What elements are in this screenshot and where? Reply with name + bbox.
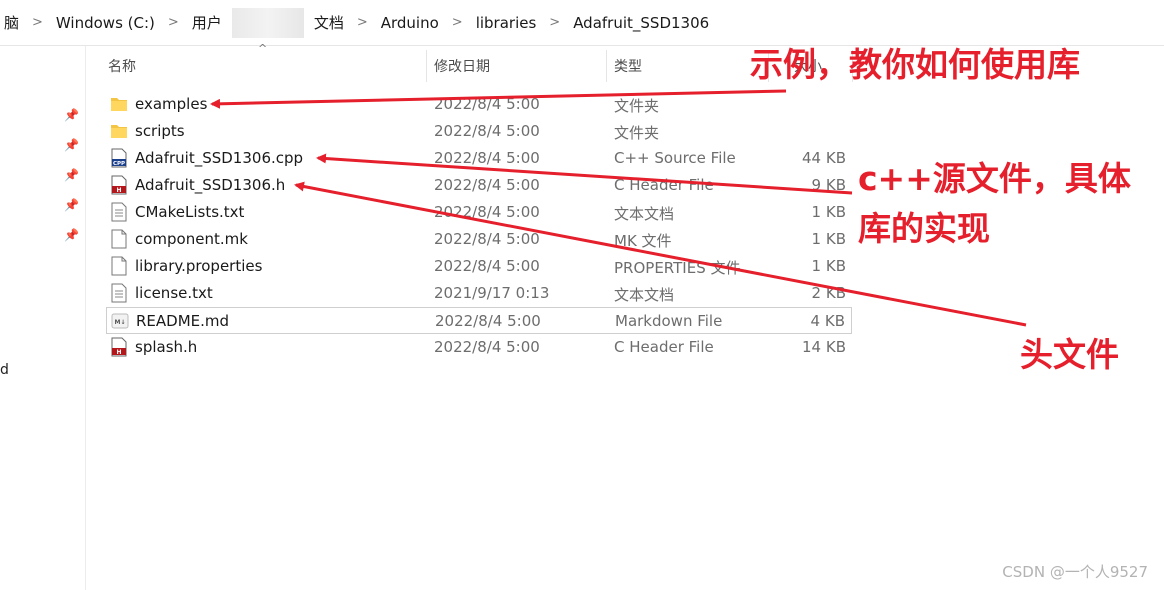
file-date: 2022/8/4 5:00 bbox=[434, 257, 540, 275]
file-date: 2022/8/4 5:00 bbox=[434, 149, 540, 167]
file-date: 2022/8/4 5:00 bbox=[434, 338, 540, 356]
blank-file-icon bbox=[110, 256, 128, 276]
annotation-cpp-line2: 库的实现 bbox=[858, 209, 990, 248]
file-row[interactable]: component.mk 2022/8/4 5:00 MK 文件 1 KB bbox=[106, 226, 852, 253]
svg-text:H: H bbox=[116, 349, 121, 356]
breadcrumb-item-computer[interactable]: 脑 bbox=[0, 12, 23, 33]
annotation-examples: 示例，教你如何使用库 bbox=[750, 45, 1080, 84]
text-file-icon bbox=[110, 202, 128, 222]
column-divider[interactable] bbox=[426, 50, 427, 82]
nav-item-fragment[interactable]: d bbox=[0, 362, 9, 378]
file-name[interactable]: component.mk bbox=[135, 230, 248, 248]
breadcrumb-item-libraries[interactable]: libraries bbox=[472, 14, 541, 32]
file-name[interactable]: examples bbox=[135, 95, 207, 113]
folder-icon bbox=[110, 94, 128, 114]
file-date: 2022/8/4 5:00 bbox=[434, 203, 540, 221]
breadcrumb-item-users[interactable]: 用户 bbox=[188, 12, 226, 33]
file-type: C++ Source File bbox=[614, 149, 736, 167]
file-date: 2022/8/4 5:00 bbox=[434, 230, 540, 248]
pin-icon[interactable]: 📌 bbox=[64, 108, 79, 122]
file-row[interactable]: M↓ README.md 2022/8/4 5:00 Markdown File 4 K… bbox=[106, 307, 852, 334]
file-type: Markdown File bbox=[615, 312, 723, 330]
chevron-right-icon[interactable]: > bbox=[348, 15, 377, 30]
file-row[interactable]: Hsplash.h 2022/8/4 5:00 C Header File 14 KB bbox=[106, 334, 852, 361]
cpp-file-icon: CPP bbox=[110, 148, 128, 168]
file-name[interactable]: splash.h bbox=[135, 338, 197, 356]
file-date: 2022/8/4 5:00 bbox=[434, 122, 540, 140]
file-row[interactable]: CMakeLists.txt 2022/8/4 5:00 文本文档 1 KB bbox=[106, 199, 852, 226]
h-file-icon: H bbox=[110, 175, 128, 195]
svg-text:M↓: M↓ bbox=[115, 319, 126, 326]
breadcrumb-item-drive[interactable]: Windows (C:) bbox=[52, 14, 159, 32]
file-size: 4 KB bbox=[810, 312, 845, 330]
breadcrumb-item-documents[interactable]: 文档 bbox=[310, 12, 348, 33]
sort-ascending-icon: ^ bbox=[258, 42, 268, 55]
file-size: 9 KB bbox=[811, 176, 846, 194]
blank-file-icon bbox=[110, 229, 128, 249]
file-size: 2 KB bbox=[811, 284, 846, 302]
navigation-pane: 📌 📌 📌 📌 📌 d bbox=[0, 46, 86, 590]
file-date: 2022/8/4 5:00 bbox=[434, 176, 540, 194]
chevron-right-icon[interactable]: > bbox=[159, 15, 188, 30]
file-type: 文本文档 bbox=[614, 286, 675, 304]
file-type: MK 文件 bbox=[614, 232, 672, 250]
file-row[interactable]: examples 2022/8/4 5:00 文件夹 bbox=[106, 91, 852, 118]
breadcrumb-item-arduino[interactable]: Arduino bbox=[377, 14, 443, 32]
file-name[interactable]: README.md bbox=[136, 312, 229, 330]
annotation-cpp-line1: c++源文件，具体 bbox=[858, 159, 1131, 198]
file-name[interactable]: CMakeLists.txt bbox=[135, 203, 244, 221]
file-name[interactable]: library.properties bbox=[135, 257, 262, 275]
folder-icon bbox=[110, 121, 128, 141]
file-row[interactable]: library.properties 2022/8/4 5:00 PROPERTIE… bbox=[106, 253, 852, 280]
h-file-icon: H bbox=[110, 337, 128, 357]
column-header-date[interactable]: 修改日期 bbox=[434, 52, 490, 80]
pin-icon[interactable]: 📌 bbox=[64, 168, 79, 182]
file-date: 2021/9/17 0:13 bbox=[434, 284, 550, 302]
watermark: CSDN @一个人9527 bbox=[1002, 563, 1148, 581]
file-size: 14 KB bbox=[802, 338, 846, 356]
svg-text:CPP: CPP bbox=[113, 161, 125, 167]
annotation-header: 头文件 bbox=[1020, 335, 1119, 374]
svg-text:H: H bbox=[116, 187, 121, 194]
file-type: C Header File bbox=[614, 338, 714, 356]
file-name[interactable]: scripts bbox=[135, 122, 185, 140]
file-size: 1 KB bbox=[811, 203, 846, 221]
markdown-file-icon: M↓ bbox=[111, 311, 129, 331]
redacted-username[interactable] bbox=[231, 7, 304, 38]
file-row[interactable]: license.txt 2021/9/17 0:13 文本文档 2 KB bbox=[106, 280, 852, 307]
chevron-right-icon[interactable]: > bbox=[443, 15, 472, 30]
file-row[interactable]: scripts 2022/8/4 5:00 文件夹 bbox=[106, 118, 852, 145]
file-size: 1 KB bbox=[811, 257, 846, 275]
text-file-icon bbox=[110, 283, 128, 303]
file-type: 文本文档 bbox=[614, 205, 675, 223]
pin-icon[interactable]: 📌 bbox=[64, 228, 79, 242]
file-row[interactable]: H Adafruit_SSD1306.h 2022/8/4 5:00 C Header… bbox=[106, 172, 852, 199]
file-date: 2022/8/4 5:00 bbox=[434, 95, 540, 113]
pin-icon[interactable]: 📌 bbox=[64, 198, 79, 212]
file-type: 文件夹 bbox=[614, 97, 660, 115]
file-name[interactable]: license.txt bbox=[135, 284, 213, 302]
file-name[interactable]: Adafruit_SSD1306.h bbox=[135, 176, 285, 194]
file-date: 2022/8/4 5:00 bbox=[435, 312, 541, 330]
file-row[interactable]: CPP Adafruit_SSD1306.cpp 2022/8/4 5:00 C++ … bbox=[106, 145, 852, 172]
file-type: PROPERTIES 文件 bbox=[614, 259, 741, 277]
file-name[interactable]: Adafruit_SSD1306.cpp bbox=[135, 149, 303, 167]
column-divider[interactable] bbox=[606, 50, 607, 82]
pin-icon[interactable]: 📌 bbox=[64, 138, 79, 152]
chevron-right-icon[interactable]: > bbox=[23, 15, 52, 30]
file-type: 文件夹 bbox=[614, 124, 660, 142]
file-size: 1 KB bbox=[811, 230, 846, 248]
column-header-type[interactable]: 类型 bbox=[614, 52, 642, 80]
breadcrumb-item-current-folder[interactable]: Adafruit_SSD1306 bbox=[569, 14, 713, 32]
file-size: 44 KB bbox=[802, 149, 846, 167]
chevron-right-icon[interactable]: > bbox=[540, 15, 569, 30]
column-header-name[interactable]: 名称 bbox=[108, 52, 136, 80]
file-type: C Header File bbox=[614, 176, 714, 194]
